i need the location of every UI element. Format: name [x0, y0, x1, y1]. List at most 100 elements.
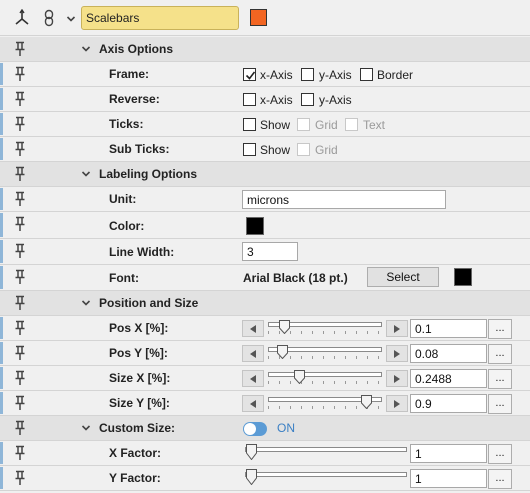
- subticks-grid-label: Grid: [315, 143, 338, 157]
- frame-label: Frame:: [109, 67, 150, 81]
- position-slider[interactable]: [268, 320, 382, 337]
- pin-icon[interactable]: [13, 116, 27, 132]
- ticks-grid-checkbox[interactable]: [297, 118, 310, 131]
- pin-icon[interactable]: [13, 269, 27, 285]
- line-width-input[interactable]: 3: [242, 242, 298, 261]
- arrow-right-icon[interactable]: [386, 370, 408, 387]
- slider-thumb[interactable]: [246, 444, 257, 461]
- section-title: Labeling Options: [99, 167, 197, 181]
- position-row: Pos Y [%]: 0.08...: [0, 341, 530, 366]
- row-accent: [0, 317, 3, 339]
- chevron-down-icon[interactable]: [81, 169, 91, 179]
- position-slider[interactable]: [268, 345, 382, 362]
- pin-icon[interactable]: [13, 166, 27, 182]
- pin-icon[interactable]: [13, 141, 27, 157]
- slider-thumb[interactable]: [279, 320, 290, 334]
- arrow-left-icon[interactable]: [242, 320, 264, 337]
- position-value-input[interactable]: 0.9: [410, 394, 487, 413]
- arrow-left-icon[interactable]: [242, 345, 264, 362]
- font-color-swatch[interactable]: [454, 268, 472, 286]
- more-options-button[interactable]: ...: [488, 394, 512, 414]
- pin-icon[interactable]: [13, 243, 27, 259]
- arrow-right-icon[interactable]: [386, 345, 408, 362]
- section-position-and-size[interactable]: Position and Size: [0, 291, 530, 316]
- pin-icon[interactable]: [13, 216, 27, 232]
- row-accent: [0, 266, 3, 289]
- subticks-grid-checkbox[interactable]: [297, 143, 310, 156]
- reverse-y-axis-checkbox[interactable]: [301, 93, 314, 106]
- slider-thumb[interactable]: [277, 345, 288, 359]
- factor-slider[interactable]: [245, 469, 407, 487]
- pin-icon[interactable]: [13, 91, 27, 107]
- pin-icon[interactable]: [13, 191, 27, 207]
- more-options-button[interactable]: ...: [488, 344, 512, 364]
- row-accent: [0, 113, 3, 135]
- more-options-button[interactable]: ...: [488, 369, 512, 389]
- ticks-text-checkbox[interactable]: [345, 118, 358, 131]
- section-labeling-options[interactable]: Labeling Options: [0, 162, 530, 187]
- pin-icon[interactable]: [13, 445, 27, 461]
- pin-icon[interactable]: [13, 395, 27, 411]
- pin-icon[interactable]: [13, 345, 27, 361]
- pin-icon[interactable]: [13, 370, 27, 386]
- pin-icon[interactable]: [13, 295, 27, 311]
- line-width-label: Line Width:: [109, 245, 175, 259]
- chevron-down-icon[interactable]: [81, 44, 91, 54]
- frame-border-checkbox[interactable]: [360, 68, 373, 81]
- position-row-label: Pos X [%]:: [109, 321, 169, 335]
- position-value-input[interactable]: 0.08: [410, 344, 487, 363]
- label-color-swatch[interactable]: [246, 217, 264, 235]
- row-accent: [0, 342, 3, 364]
- object-color-swatch[interactable]: [250, 9, 267, 26]
- chevron-down-icon[interactable]: [81, 423, 91, 433]
- pin-icon[interactable]: [13, 470, 27, 486]
- frame-y-axis-checkbox[interactable]: [301, 68, 314, 81]
- ticks-show-checkbox[interactable]: [243, 118, 256, 131]
- pin-icon[interactable]: [13, 41, 27, 57]
- pin-icon[interactable]: [13, 420, 27, 436]
- subticks-show-checkbox[interactable]: [243, 143, 256, 156]
- factor-value-input[interactable]: 1: [410, 444, 487, 463]
- subticks-show-label: Show: [260, 143, 291, 157]
- custom-size-toggle[interactable]: [243, 422, 267, 436]
- arrow-left-icon[interactable]: [242, 395, 264, 412]
- position-value-input[interactable]: 0.1: [410, 319, 487, 338]
- reverse-x-axis-label: x-Axis: [260, 93, 293, 107]
- section-title: Position and Size: [99, 296, 199, 310]
- object-name-field[interactable]: Scalebars: [81, 6, 239, 30]
- position-row: Size X [%]: 0.2488...: [0, 366, 530, 391]
- custom-size-row-label: X Factor:: [109, 446, 162, 460]
- position-row: Size Y [%]: 0.9...: [0, 391, 530, 416]
- arrow-right-icon[interactable]: [386, 320, 408, 337]
- pin-icon[interactable]: [13, 66, 27, 82]
- slider-thumb[interactable]: [361, 395, 372, 409]
- link-icon[interactable]: [43, 9, 55, 27]
- arrow-right-icon[interactable]: [386, 395, 408, 412]
- chevron-down-icon[interactable]: [81, 298, 91, 308]
- position-value-input[interactable]: 0.2488: [410, 369, 487, 388]
- more-options-button[interactable]: ...: [488, 444, 512, 464]
- slider-thumb[interactable]: [294, 370, 305, 384]
- axes-icon[interactable]: [13, 8, 31, 27]
- position-slider[interactable]: [268, 395, 382, 412]
- arrow-left-icon[interactable]: [242, 370, 264, 387]
- factor-value-input[interactable]: 1: [410, 469, 487, 488]
- reverse-x-axis-checkbox[interactable]: [243, 93, 256, 106]
- object-header: Scalebars: [0, 0, 530, 36]
- slider-thumb[interactable]: [246, 469, 257, 486]
- section-axis-options[interactable]: Axis Options: [0, 37, 530, 62]
- chevron-down-icon[interactable]: [66, 13, 76, 23]
- position-slider[interactable]: [268, 370, 382, 387]
- row-accent: [0, 442, 3, 464]
- more-options-button[interactable]: ...: [488, 319, 512, 339]
- factor-slider[interactable]: [245, 444, 407, 462]
- more-options-button[interactable]: ...: [488, 469, 512, 489]
- row-accent: [0, 467, 3, 489]
- pin-icon[interactable]: [13, 320, 27, 336]
- unit-input[interactable]: microns: [242, 190, 446, 209]
- section-custom-size[interactable]: Custom Size: ON: [0, 416, 530, 441]
- font-select-button[interactable]: Select: [367, 267, 439, 287]
- position-row: Pos X [%]: 0.1...: [0, 316, 530, 341]
- ticks-label: Ticks:: [109, 117, 144, 131]
- frame-x-axis-checkbox[interactable]: [243, 68, 256, 81]
